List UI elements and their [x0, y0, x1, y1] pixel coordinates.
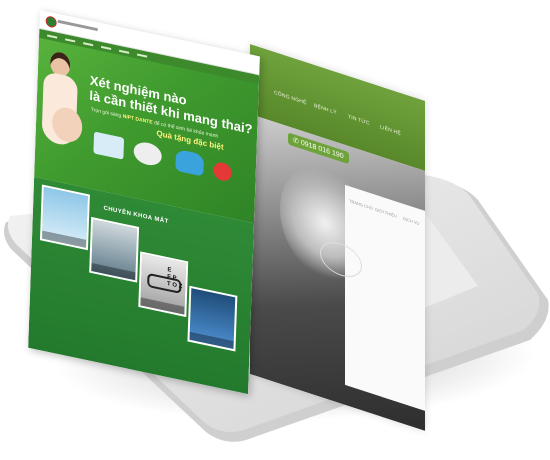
- logo-text: [57, 19, 98, 32]
- nav-item-news[interactable]: TIN TỨC: [348, 114, 370, 127]
- back-website-page: CÔNG NGHỆ BỆNH LÝ TIN TỨC LIÊN HỆ TRANG …: [250, 44, 425, 431]
- nav-item-diseases[interactable]: BỆNH LÝ: [314, 103, 337, 116]
- phone-icon: ✆: [293, 136, 301, 147]
- promo-badge[interactable]: [213, 160, 232, 183]
- nav-link[interactable]: [65, 38, 76, 43]
- eye-exam-thumbnail[interactable]: E F P T O Z: [138, 251, 189, 318]
- specialty-thumbnail[interactable]: [39, 184, 90, 251]
- test-kit-image: [93, 131, 125, 160]
- nav-link[interactable]: [119, 49, 130, 54]
- logo-icon[interactable]: [45, 15, 57, 29]
- panel-link[interactable]: TRANG CHỦ: [349, 198, 373, 211]
- specialty-thumbnail[interactable]: [187, 285, 238, 352]
- nav-item-technology[interactable]: CÔNG NGHỆ: [274, 90, 307, 107]
- nav-link[interactable]: [83, 42, 94, 47]
- back-side-panel: TRANG CHỦ GIỚI THIỆU DỊCH VỤ: [345, 184, 425, 415]
- specialty-thumbnail[interactable]: [89, 216, 140, 283]
- front-website-page: Xét nghiệm nào là cần thiết khi mang tha…: [28, 10, 260, 395]
- eye-chart: E F P T O Z: [166, 267, 183, 291]
- gift-item-image: [133, 139, 163, 168]
- nav-link[interactable]: [101, 45, 112, 51]
- nav-item-contact[interactable]: LIÊN HỆ: [380, 124, 401, 137]
- panel-link[interactable]: DỊCH VỤ: [403, 216, 419, 226]
- pregnant-woman-photo: [36, 44, 87, 183]
- panel-link[interactable]: GIỚI THIỆU: [375, 207, 397, 219]
- gift-bag-image: [175, 148, 205, 177]
- nav-link[interactable]: [137, 53, 148, 58]
- nav-link[interactable]: [47, 34, 58, 39]
- mockup-stage: CÔNG NGHỆ BỆNH LÝ TIN TỨC LIÊN HỆ TRANG …: [0, 0, 550, 460]
